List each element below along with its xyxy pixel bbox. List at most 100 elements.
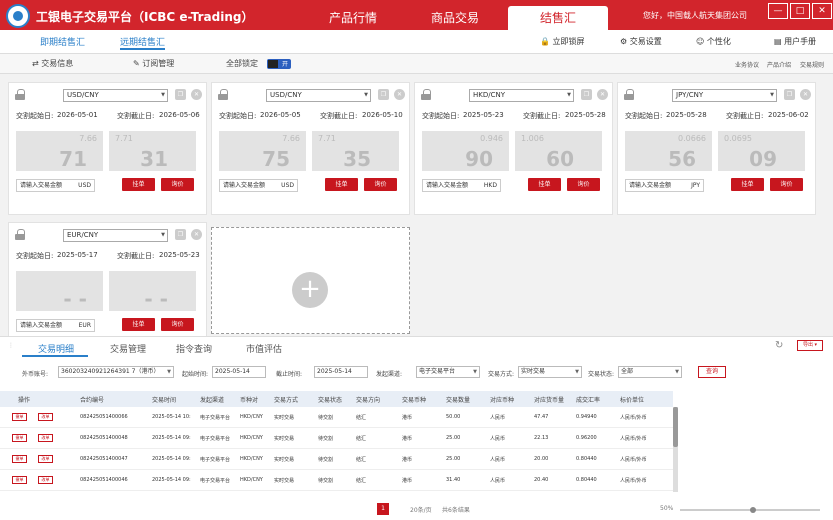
copy-icon[interactable]: ❐ [378, 89, 389, 100]
table-row[interactable]: 撤单 改单 082425051400047 2025-05-14 09: 电子交易平台 H… [0, 449, 673, 470]
lock-icon[interactable] [624, 89, 634, 100]
refresh-icon[interactable]: ↻ [775, 340, 783, 351]
modify-order-button[interactable]: 改单 [38, 476, 53, 484]
order-button[interactable]: 挂单 [731, 178, 764, 191]
personalize-button[interactable]: ☺ 个性化 [696, 36, 731, 47]
copy-icon[interactable]: ❐ [175, 89, 186, 100]
close-icon[interactable]: ✕ [800, 89, 811, 100]
quote-button[interactable]: 询价 [161, 318, 194, 331]
copy-icon[interactable]: ❐ [581, 89, 592, 100]
buy-price-box[interactable]: - - [16, 271, 103, 311]
quote-button[interactable]: 询价 [770, 178, 803, 191]
channel-select[interactable]: 电子交易平台 [416, 366, 480, 378]
modify-order-button[interactable]: 改单 [38, 434, 53, 442]
close-window-button[interactable]: ✕ [812, 3, 832, 19]
cancel-order-button[interactable]: 撤单 [12, 413, 27, 421]
table-row[interactable]: 撤单 改单 082425051400048 2025-05-14 09: 电子交易平台 H… [0, 428, 673, 449]
user-manual-button[interactable]: ▤ 用户手册 [774, 36, 816, 47]
lock-icon[interactable] [15, 229, 25, 240]
maximize-button[interactable]: □ [790, 3, 810, 19]
modify-order-button[interactable]: 改单 [38, 455, 53, 463]
currency-pair-select[interactable]: HKD/CNY [469, 89, 574, 102]
tab-instruction-query[interactable]: 指令查询 [176, 342, 212, 355]
sell-price-box[interactable]: - - [109, 271, 196, 311]
subtab-forward[interactable]: 远期结售汇 [120, 35, 166, 50]
buy-price-box[interactable]: 7.66 71 [16, 131, 103, 171]
amount-input[interactable]: 请输入交易金额 USD [16, 179, 95, 192]
link-product-intro[interactable]: 产品介绍 [767, 60, 791, 69]
zoom-handle[interactable] [750, 507, 756, 513]
start-date[interactable]: 2025-05-28 [666, 111, 707, 119]
minimize-button[interactable]: — [768, 3, 788, 19]
export-button[interactable]: 导出 ▾ [797, 340, 823, 351]
close-icon[interactable]: ✕ [191, 229, 202, 240]
lock-screen-button[interactable]: 🔒 立即锁屏 [540, 36, 585, 47]
cancel-order-button[interactable]: 撤单 [12, 476, 27, 484]
per-page-select[interactable]: 20条/页 [410, 505, 432, 514]
sell-price-box[interactable]: 0.0695 09 [718, 131, 805, 171]
from-date-input[interactable]: 2025-05-14 [212, 366, 266, 378]
start-date[interactable]: 2026-05-01 [57, 111, 98, 119]
amount-input[interactable]: 请输入交易金额 USD [219, 179, 298, 192]
table-scrollbar[interactable] [673, 407, 678, 492]
amount-input[interactable]: 请输入交易金额 HKD [422, 179, 501, 192]
modify-order-button[interactable]: 改单 [38, 413, 53, 421]
table-row[interactable]: 撤单 改单 082425051400066 2025-05-14 10: 电子交易平台 H… [0, 407, 673, 428]
sell-price-box[interactable]: 7.71 31 [109, 131, 196, 171]
to-date-input[interactable]: 2025-05-14 [314, 366, 368, 378]
quote-button[interactable]: 询价 [364, 178, 397, 191]
method-select[interactable]: 实时交易 [518, 366, 582, 378]
scroll-thumb[interactable] [673, 407, 678, 447]
tab-trade-management[interactable]: 交易管理 [110, 342, 146, 355]
add-card[interactable]: + [211, 227, 410, 334]
lock-all-toggle[interactable]: 开 [267, 59, 291, 69]
trade-settings-button[interactable]: ⚙ 交易设置 [620, 36, 662, 47]
zoom-slider[interactable] [680, 507, 820, 513]
query-button[interactable]: 查询 [698, 366, 726, 378]
tab-commodity[interactable]: 商品交易 [420, 6, 490, 30]
lock-icon[interactable] [218, 89, 228, 100]
copy-icon[interactable]: ❐ [175, 229, 186, 240]
nav-trade-info[interactable]: ⇄ 交易信息 [32, 58, 73, 69]
currency-pair-select[interactable]: EUR/CNY [63, 229, 168, 242]
subtab-spot[interactable]: 即期结售汇 [40, 35, 85, 48]
start-date[interactable]: 2026-05-05 [260, 111, 301, 119]
sell-price-box[interactable]: 1.006 60 [515, 131, 602, 171]
tab-trade-detail[interactable]: 交易明细 [38, 342, 74, 355]
cancel-order-button[interactable]: 撤单 [12, 434, 27, 442]
order-button[interactable]: 挂单 [325, 178, 358, 191]
table-row[interactable]: 撤单 改单 082425051400046 2025-05-14 09: 电子交易平台 H… [0, 470, 673, 491]
buy-price-box[interactable]: 0.0666 56 [625, 131, 712, 171]
amount-input[interactable]: 请输入交易金额 EUR [16, 319, 95, 332]
currency-pair-select[interactable]: USD/CNY [266, 89, 371, 102]
currency-pair-select[interactable]: USD/CNY [63, 89, 168, 102]
account-select[interactable]: 360203240921264391 7（港币） [58, 366, 174, 378]
order-button[interactable]: 挂单 [122, 318, 155, 331]
tab-market-value[interactable]: 市值评估 [246, 342, 282, 355]
order-button[interactable]: 挂单 [528, 178, 561, 191]
sell-price-box[interactable]: 7.71 35 [312, 131, 399, 171]
tab-market[interactable]: 产品行情 [318, 6, 388, 30]
status-select[interactable]: 全部 [618, 366, 682, 378]
link-trade-rules[interactable]: 交易规则 [800, 60, 824, 69]
buy-price-box[interactable]: 0.946 90 [422, 131, 509, 171]
cancel-order-button[interactable]: 撤单 [12, 455, 27, 463]
quote-button[interactable]: 询价 [567, 178, 600, 191]
tab-fx-settlement[interactable]: 结售汇 [508, 6, 608, 30]
quote-button[interactable]: 询价 [161, 178, 194, 191]
start-date[interactable]: 2025-05-23 [463, 111, 504, 119]
close-icon[interactable]: ✕ [191, 89, 202, 100]
close-icon[interactable]: ✕ [597, 89, 608, 100]
buy-price-box[interactable]: 7.66 75 [219, 131, 306, 171]
lock-icon[interactable] [15, 89, 25, 100]
close-icon[interactable]: ✕ [394, 89, 405, 100]
currency-pair-select[interactable]: JPY/CNY [672, 89, 777, 102]
order-button[interactable]: 挂单 [122, 178, 155, 191]
amount-input[interactable]: 请输入交易金额 JPY [625, 179, 704, 192]
start-date[interactable]: 2025-05-17 [57, 251, 98, 259]
add-icon[interactable]: + [292, 272, 328, 308]
copy-icon[interactable]: ❐ [784, 89, 795, 100]
lock-icon[interactable] [421, 89, 431, 100]
nav-subscription[interactable]: ✎ 订阅管理 [133, 58, 174, 69]
link-agreement[interactable]: 业务协议 [735, 60, 759, 69]
